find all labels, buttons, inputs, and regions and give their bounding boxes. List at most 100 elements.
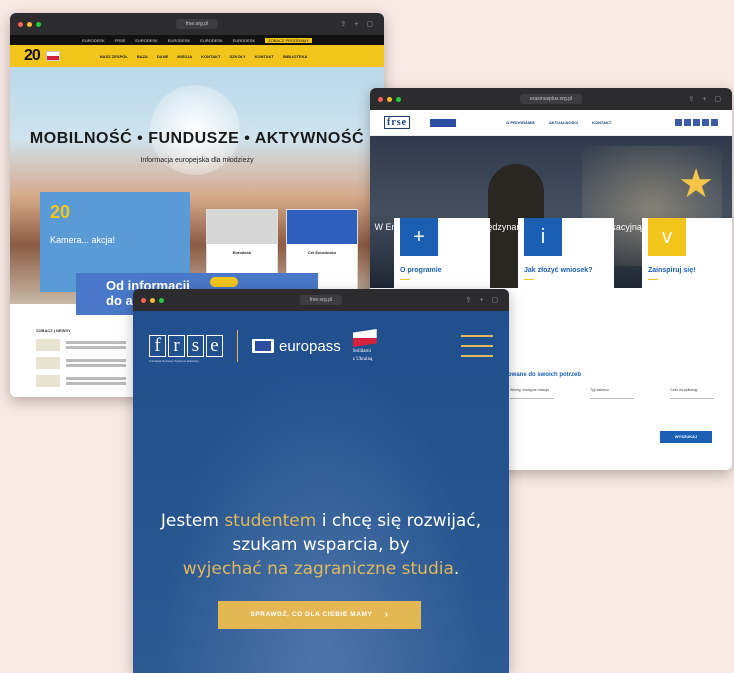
plus-icon: + <box>400 218 438 256</box>
news-item[interactable] <box>36 357 126 369</box>
news-text <box>66 364 126 367</box>
headline-highlight: studentem <box>224 511 317 531</box>
chevron-right-icon: › <box>384 609 389 620</box>
minimize-dot-icon[interactable] <box>387 96 392 102</box>
browser-toolbar-icons[interactable]: ⇪ + ▢ <box>466 296 501 304</box>
filter-form: Wiemy, dostępne dotacje Typ zakresu Czas… <box>510 388 714 399</box>
card-how-to-apply[interactable]: i Jak złożyć wniosek? <box>518 218 614 330</box>
nav-item[interactable]: NASZ ZESPÓŁ <box>100 54 128 59</box>
news-item[interactable] <box>36 339 126 351</box>
logo-letter: s <box>187 335 204 357</box>
hero-title: MOBILNOŚĆ • FUNDUSZE • AKTYWNOŚĆ <box>29 130 365 147</box>
logo-caption: Fundacja Rozwoju Systemu Edukacji <box>149 359 199 363</box>
close-dot-icon[interactable] <box>141 297 146 303</box>
frse-logo[interactable]: f r s e Fundacja Rozwoju Systemu Edukacj… <box>149 335 223 363</box>
divider <box>237 330 238 362</box>
nav-item[interactable]: BAZA <box>137 54 148 59</box>
strip-cta[interactable]: ZOBACZ PROGRAMY <box>265 37 312 43</box>
close-dot-icon[interactable] <box>378 96 383 102</box>
strip-link[interactable]: EURODESK <box>82 38 104 43</box>
youtube-icon[interactable] <box>684 119 691 126</box>
news-text <box>66 346 126 349</box>
social-icons <box>675 119 718 126</box>
europass-logo[interactable]: europass <box>279 338 341 355</box>
news-list: ZOBACZ | NEWSY <box>36 328 126 393</box>
divider <box>524 279 534 280</box>
instagram-icon[interactable] <box>693 119 700 126</box>
logo-letter: e <box>206 335 223 357</box>
facebook-icon[interactable] <box>675 119 682 126</box>
site-header: f r s e Fundacja Rozwoju Systemu Edukacj… <box>149 327 493 365</box>
strip-link[interactable]: EURODESK <box>233 38 255 43</box>
maximize-dot-icon[interactable] <box>159 297 164 303</box>
news-item[interactable] <box>36 375 126 387</box>
badge-20: 20 <box>50 202 71 222</box>
maximize-dot-icon[interactable] <box>36 21 41 27</box>
headline-part: . <box>453 559 460 579</box>
top-strip: EURODESK FRSE EURODESK EURODESK EURODESK… <box>10 35 384 45</box>
poland-flag-icon <box>45 51 60 61</box>
news-text <box>66 359 126 362</box>
card-inspire[interactable]: v Zainspiruj się! <box>642 218 732 330</box>
twitter-icon[interactable] <box>711 119 718 126</box>
card-title: Zainspiruj się! <box>648 267 696 274</box>
header-links: O PROGRAMIE AKTUALNOŚCI KONTAKT <box>506 120 611 125</box>
banner-decoration <box>210 277 238 287</box>
eu-logo <box>430 118 457 127</box>
nav-item[interactable]: MISSJA <box>177 54 192 59</box>
solidarity-line: Solidarni <box>352 349 372 354</box>
site-header: frse O PROGRAMIE AKTUALNOŚCI KONTAKT <box>370 110 732 136</box>
star-decoration-icon: ★ <box>678 162 714 206</box>
card-title: Cel Eurodesku <box>307 250 336 255</box>
eurodesk-20-logo[interactable]: 20 <box>24 47 41 65</box>
browser-toolbar-icons[interactable]: ⇪ + ▢ <box>689 95 724 103</box>
solidarity-ukraine-logo[interactable]: Solidarni z Ukrainą <box>352 329 387 363</box>
header-link[interactable]: AKTUALNOŚCI <box>549 120 578 125</box>
filter-select[interactable]: Wiemy, dostępne dotacje <box>510 388 554 399</box>
header-link[interactable]: KONTAKT <box>592 120 611 125</box>
nav-item[interactable]: KONTAKT <box>201 54 220 59</box>
strip-link[interactable]: EURODESK <box>200 38 222 43</box>
address-bar[interactable]: frse.org.pl <box>175 19 219 29</box>
info-icon: i <box>524 218 562 256</box>
strip-link[interactable]: EURODESK <box>135 38 157 43</box>
linkedin-icon[interactable] <box>702 119 709 126</box>
eu-flag-icon <box>252 339 274 353</box>
hamburger-menu-icon[interactable] <box>461 327 493 365</box>
nav-item[interactable]: SZKOŁY <box>229 54 245 59</box>
address-bar[interactable]: erasmusplus.org.pl <box>519 94 583 104</box>
browser-chrome: erasmusplus.org.pl ⇪ + ▢ <box>370 88 732 110</box>
divider <box>400 279 410 280</box>
address-bar[interactable]: frse.org.pl <box>299 295 343 305</box>
nav-item[interactable]: BIBLIOTEKA <box>283 54 307 59</box>
main-nav: 20 NASZ ZESPÓŁ BAZA DANE MISSJA KONTAKT … <box>10 45 384 67</box>
headline-part: Jestem <box>160 511 219 531</box>
search-button[interactable]: WYSZUKAJ <box>660 431 712 443</box>
news-thumbnail <box>36 339 60 351</box>
filter-select[interactable]: Typ zakresu <box>590 388 634 399</box>
headline-highlight: wyjechać na zagraniczne studia <box>182 559 454 579</box>
browser-toolbar-icons[interactable]: ⇪ + ▢ <box>341 20 376 28</box>
check-offer-button[interactable]: SPRAWDŹ, CO DLA CIEBIE MAMY › <box>218 601 421 629</box>
card-title: O programie <box>400 267 442 274</box>
frse-logo[interactable]: frse <box>384 116 411 129</box>
poland-flag-icon <box>352 329 377 347</box>
header-link[interactable]: O PROGRAMIE <box>506 120 535 125</box>
cta-label: SPRAWDŹ, CO DLA CIEBIE MAMY <box>250 611 373 618</box>
filter-select[interactable]: Czas na aplikację <box>670 388 714 399</box>
nav-item[interactable]: KONTAKT <box>255 54 274 59</box>
card-image <box>207 210 277 244</box>
card-image <box>287 210 357 244</box>
nav-links: NASZ ZESPÓŁ BAZA DANE MISSJA KONTAKT SZK… <box>100 54 308 59</box>
nav-item[interactable]: DANE <box>157 54 168 59</box>
card-title: Jak złożyć wniosek? <box>524 267 593 274</box>
strip-link[interactable]: FRSE <box>115 38 126 43</box>
hero-subtitle: Informacja europejska dla młodzieży <box>140 157 254 164</box>
close-dot-icon[interactable] <box>18 21 23 27</box>
hero-section: MOBILNOŚĆ • FUNDUSZE • AKTYWNOŚĆ Informa… <box>10 67 384 304</box>
strip-link[interactable]: EURODESK <box>168 38 190 43</box>
minimize-dot-icon[interactable] <box>150 297 155 303</box>
minimize-dot-icon[interactable] <box>27 21 32 27</box>
news-thumbnail <box>36 375 60 387</box>
maximize-dot-icon[interactable] <box>396 96 401 102</box>
